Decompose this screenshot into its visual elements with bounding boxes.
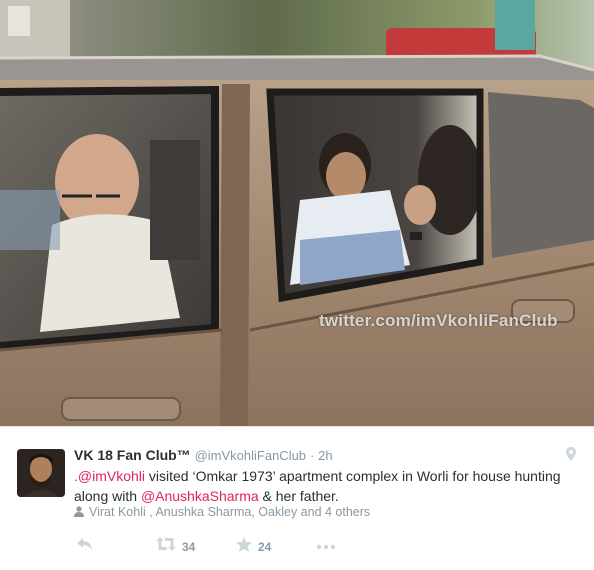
favorite-button[interactable]: 24 — [236, 537, 271, 557]
photo-watermark: twitter.com/imVkohliFanClub — [319, 311, 558, 330]
more-button[interactable] — [316, 537, 336, 555]
tweet-timestamp[interactable]: 2h — [318, 448, 332, 463]
person-icon — [74, 506, 84, 520]
tweet-card: VK 18 Fan Club™ @imVkohliFanClub · 2h .@… — [0, 426, 594, 570]
favorite-count: 24 — [258, 540, 272, 554]
car-photo-image — [0, 0, 594, 426]
avatar[interactable] — [17, 449, 65, 497]
tagged-people-label: Virat Kohli , Anushka Sharma, Oakley and… — [89, 505, 371, 519]
reply-icon — [76, 537, 94, 556]
reply-button[interactable] — [76, 537, 94, 556]
tweet-actions: 34 24 — [76, 537, 376, 555]
star-icon — [236, 537, 252, 557]
tweet-text-part-2: & her father. — [258, 488, 339, 504]
retweet-icon — [156, 537, 176, 556]
more-icon — [316, 537, 336, 555]
location-pin-icon[interactable] — [566, 447, 576, 466]
retweet-button[interactable]: 34 — [156, 537, 195, 556]
tagged-people[interactable]: Virat Kohli , Anushka Sharma, Oakley and… — [74, 505, 370, 520]
time-separator: · — [309, 448, 315, 463]
author-handle[interactable]: @imVkohliFanClub — [195, 448, 306, 463]
retweet-count: 34 — [182, 539, 196, 554]
tweet-photo[interactable]: twitter.com/imVkohliFanClub — [0, 0, 594, 426]
mention-link-vkohli[interactable]: .@imVkohli — [74, 468, 145, 484]
tweet-header: VK 18 Fan Club™ @imVkohliFanClub · 2h — [74, 447, 333, 463]
avatar-image — [17, 449, 65, 497]
mention-link-anushka[interactable]: @AnushkaSharma — [141, 488, 259, 504]
tweet-text: .@imVkohli visited ‘Omkar 1973’ apartmen… — [74, 466, 574, 506]
author-name[interactable]: VK 18 Fan Club™ — [74, 447, 191, 463]
